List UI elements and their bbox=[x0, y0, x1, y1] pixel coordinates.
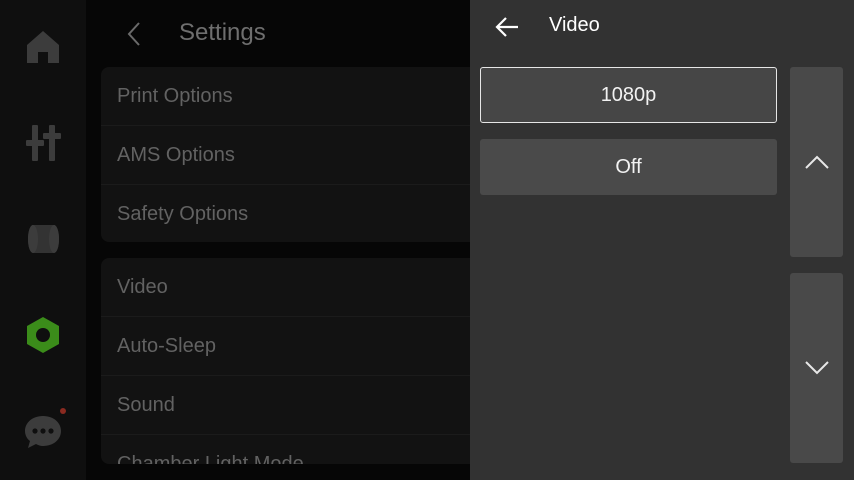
scroll-down-button[interactable] bbox=[790, 273, 843, 463]
settings-item-label: Print Options bbox=[117, 84, 233, 107]
controls-icon bbox=[26, 125, 61, 161]
screen: Settings Print Options AMS Options Safet… bbox=[0, 0, 854, 480]
nav-settings-button[interactable] bbox=[18, 310, 68, 360]
option-label: 1080p bbox=[600, 83, 657, 106]
settings-item-label: Video bbox=[117, 275, 168, 298]
settings-item-ams-options[interactable]: AMS Options bbox=[101, 126, 470, 185]
back-button[interactable] bbox=[492, 12, 522, 42]
scroll-up-button[interactable] bbox=[790, 67, 843, 257]
messages-icon bbox=[25, 416, 61, 448]
page-title: Settings bbox=[179, 19, 266, 46]
nav-messages-button[interactable] bbox=[18, 406, 68, 456]
settings-item-chamber-light-mode[interactable]: Chamber Light Mode bbox=[101, 435, 470, 465]
nav-controls-button[interactable] bbox=[18, 118, 68, 168]
settings-item-label: Sound bbox=[117, 393, 175, 416]
panel-title: Video bbox=[549, 14, 600, 36]
settings-group-print: Print Options AMS Options Safety Options bbox=[101, 67, 470, 242]
settings-item-auto-sleep[interactable]: Auto-Sleep bbox=[101, 317, 470, 376]
settings-item-label: Safety Options bbox=[117, 202, 249, 225]
video-option-off[interactable]: Off bbox=[480, 139, 777, 195]
arrow-left-icon bbox=[495, 17, 518, 37]
notification-dot bbox=[60, 408, 66, 414]
nav-filament-button[interactable] bbox=[18, 214, 68, 264]
video-option-1080p[interactable]: 1080p bbox=[480, 67, 777, 123]
settings-header: Settings bbox=[86, 0, 470, 66]
settings-item-label: Auto-Sleep bbox=[117, 334, 216, 357]
back-chevron-icon[interactable] bbox=[122, 20, 146, 48]
settings-item-label: Chamber Light Mode bbox=[117, 452, 304, 465]
settings-item-sound[interactable]: Sound bbox=[101, 376, 470, 435]
video-panel: Video 1080p Off bbox=[470, 0, 854, 480]
home-icon bbox=[27, 31, 59, 63]
option-label: Off bbox=[615, 155, 642, 178]
chevron-up-icon bbox=[804, 155, 829, 169]
settings-item-safety-options[interactable]: Safety Options bbox=[101, 185, 470, 242]
nav-rail bbox=[0, 0, 86, 480]
settings-item-print-options[interactable]: Print Options bbox=[101, 67, 470, 126]
settings-icon bbox=[27, 317, 59, 353]
settings-group-general: Video Auto-Sleep Sound Chamber Light Mod… bbox=[101, 258, 470, 464]
filament-icon bbox=[28, 225, 59, 253]
nav-home-button[interactable] bbox=[18, 22, 68, 72]
chevron-down-icon bbox=[804, 361, 829, 375]
settings-item-video[interactable]: Video bbox=[101, 258, 470, 317]
settings-item-label: AMS Options bbox=[117, 143, 235, 166]
settings-page: Settings Print Options AMS Options Safet… bbox=[86, 0, 470, 480]
